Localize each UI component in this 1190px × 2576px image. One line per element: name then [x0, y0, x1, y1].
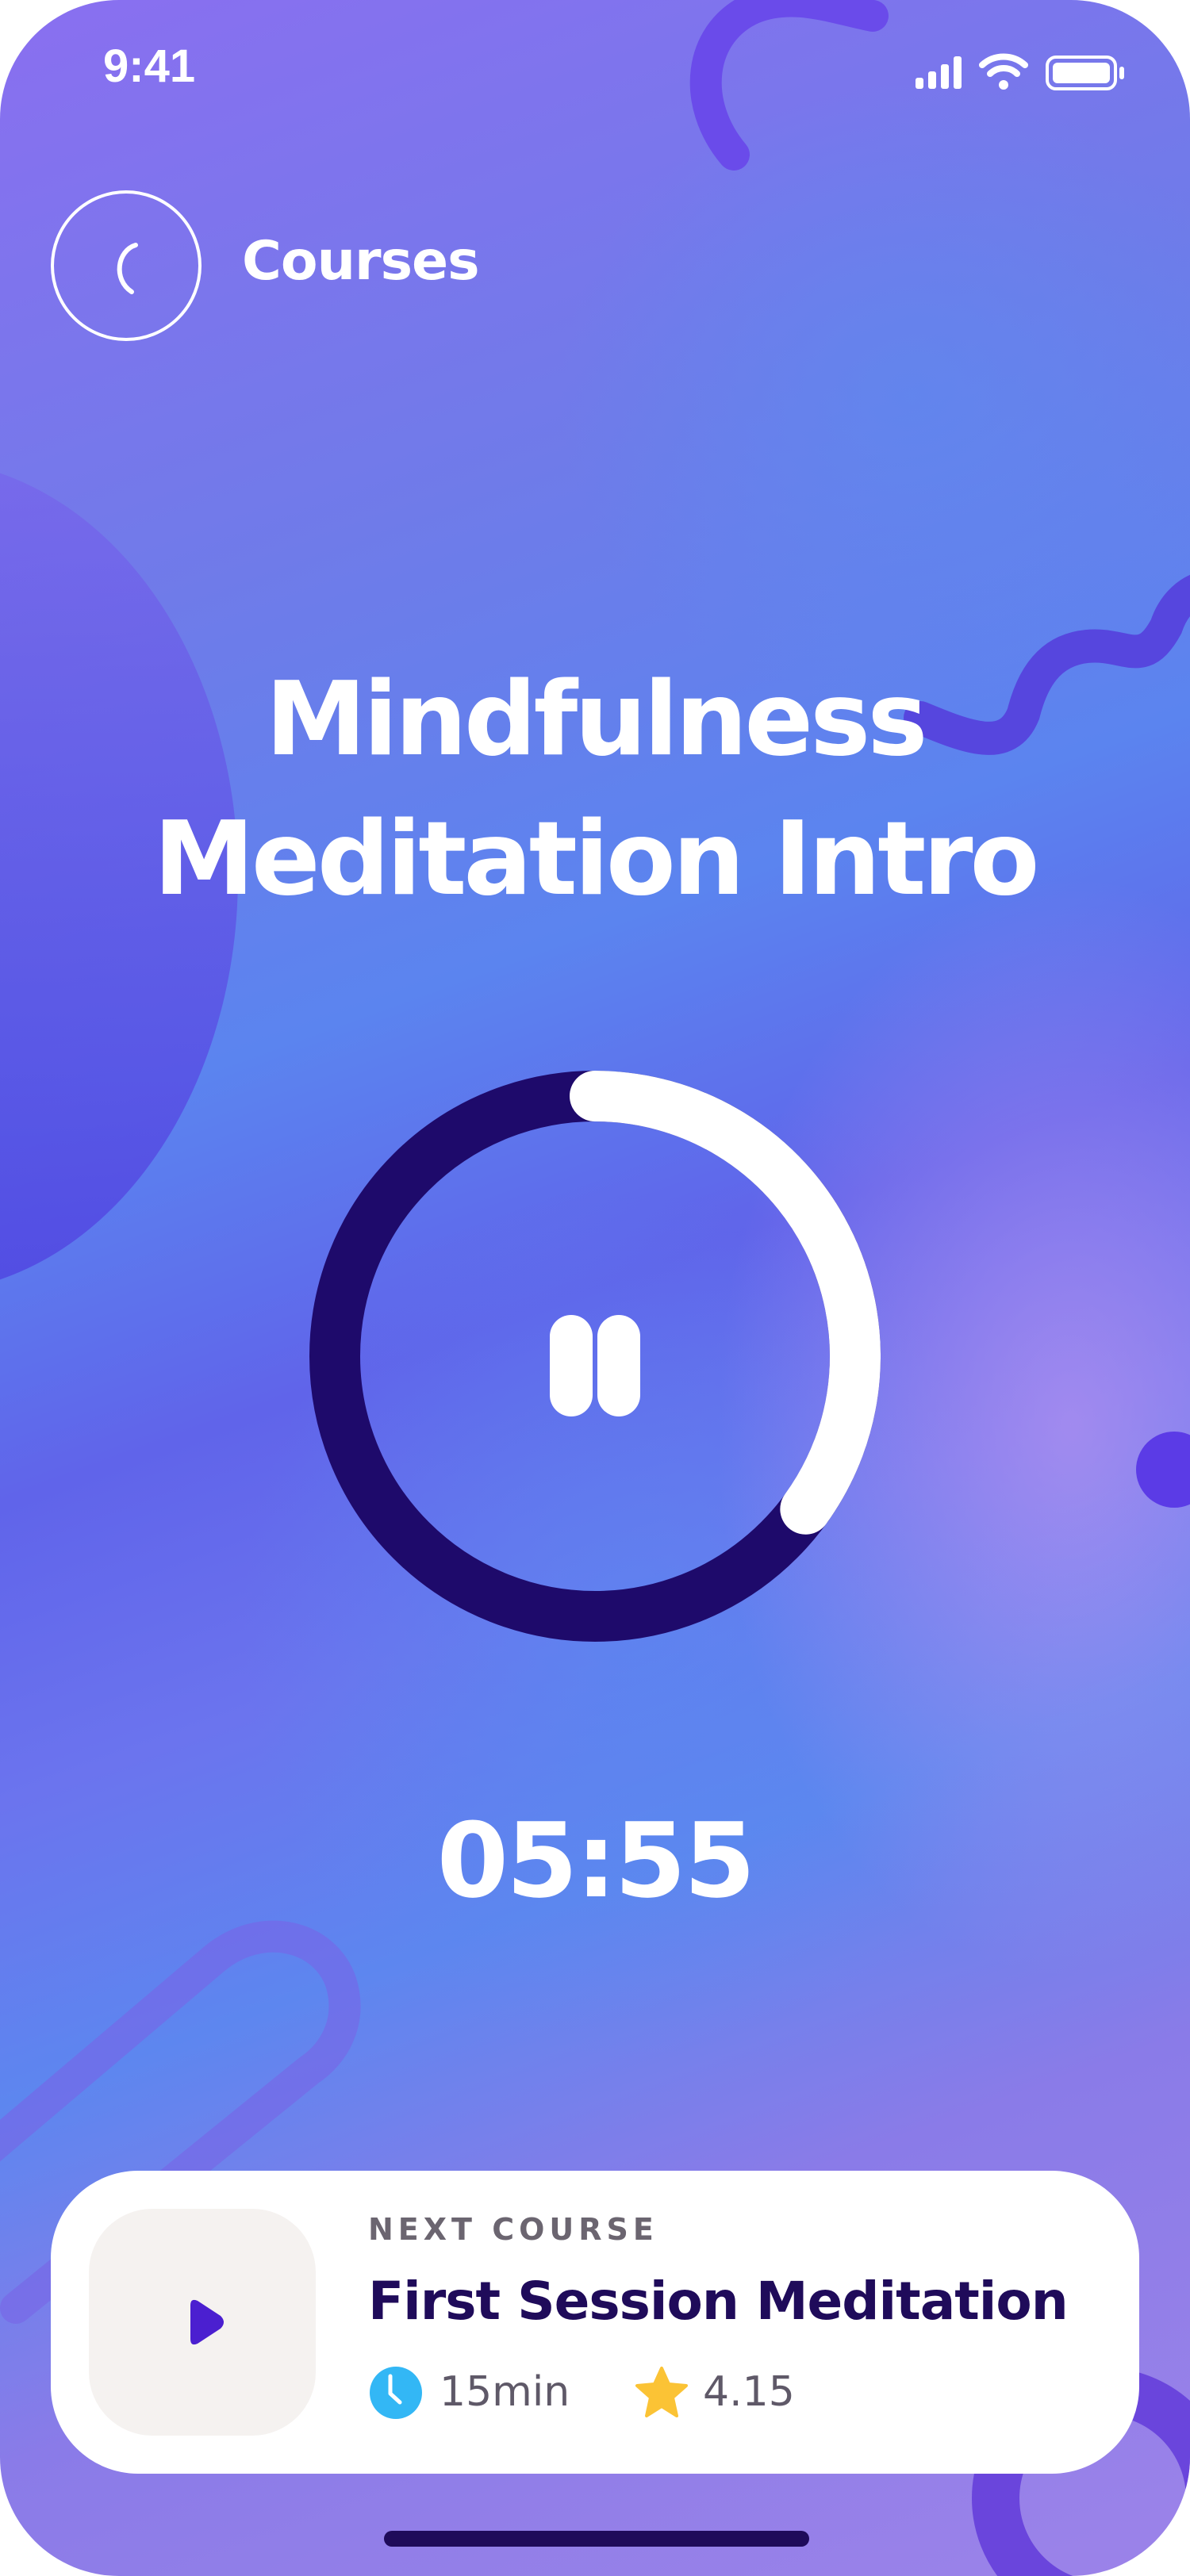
next-course-thumbnail[interactable]: [89, 2209, 316, 2436]
duration-text: 15min: [440, 2368, 570, 2416]
home-indicator[interactable]: [384, 2531, 809, 2547]
back-button[interactable]: [51, 190, 202, 341]
rating-text: 4.15: [703, 2368, 795, 2416]
timer-display: 05:55: [436, 1800, 756, 1921]
wifi-icon: [979, 53, 1028, 90]
battery-icon: [1046, 56, 1124, 90]
clock-icon: [370, 2367, 422, 2419]
meditation-player-screen: 9:41 Courses Mindfulness Meditation Intr…: [0, 0, 1190, 2576]
status-icons: [916, 53, 1124, 90]
next-course-card[interactable]: NEXT COURSE First Session Meditation 15m…: [51, 2171, 1139, 2474]
progress-ring-player: [309, 1071, 881, 1642]
decorative-dot: [1136, 1432, 1190, 1508]
cellular-signal-icon: [916, 56, 962, 89]
nav-title: Courses: [242, 230, 480, 293]
pause-button[interactable]: [500, 1261, 690, 1451]
next-course-title: First Session Meditation: [368, 2271, 1069, 2332]
play-icon: [190, 2299, 224, 2345]
chevron-left-icon: [117, 243, 138, 294]
status-time: 9:41: [103, 40, 196, 92]
next-course-label: NEXT COURSE: [368, 2212, 658, 2247]
star-icon: [635, 2367, 688, 2417]
course-title: Mindfulness Meditation Intro: [153, 661, 1040, 918]
status-bar: 9:41: [0, 0, 1190, 143]
